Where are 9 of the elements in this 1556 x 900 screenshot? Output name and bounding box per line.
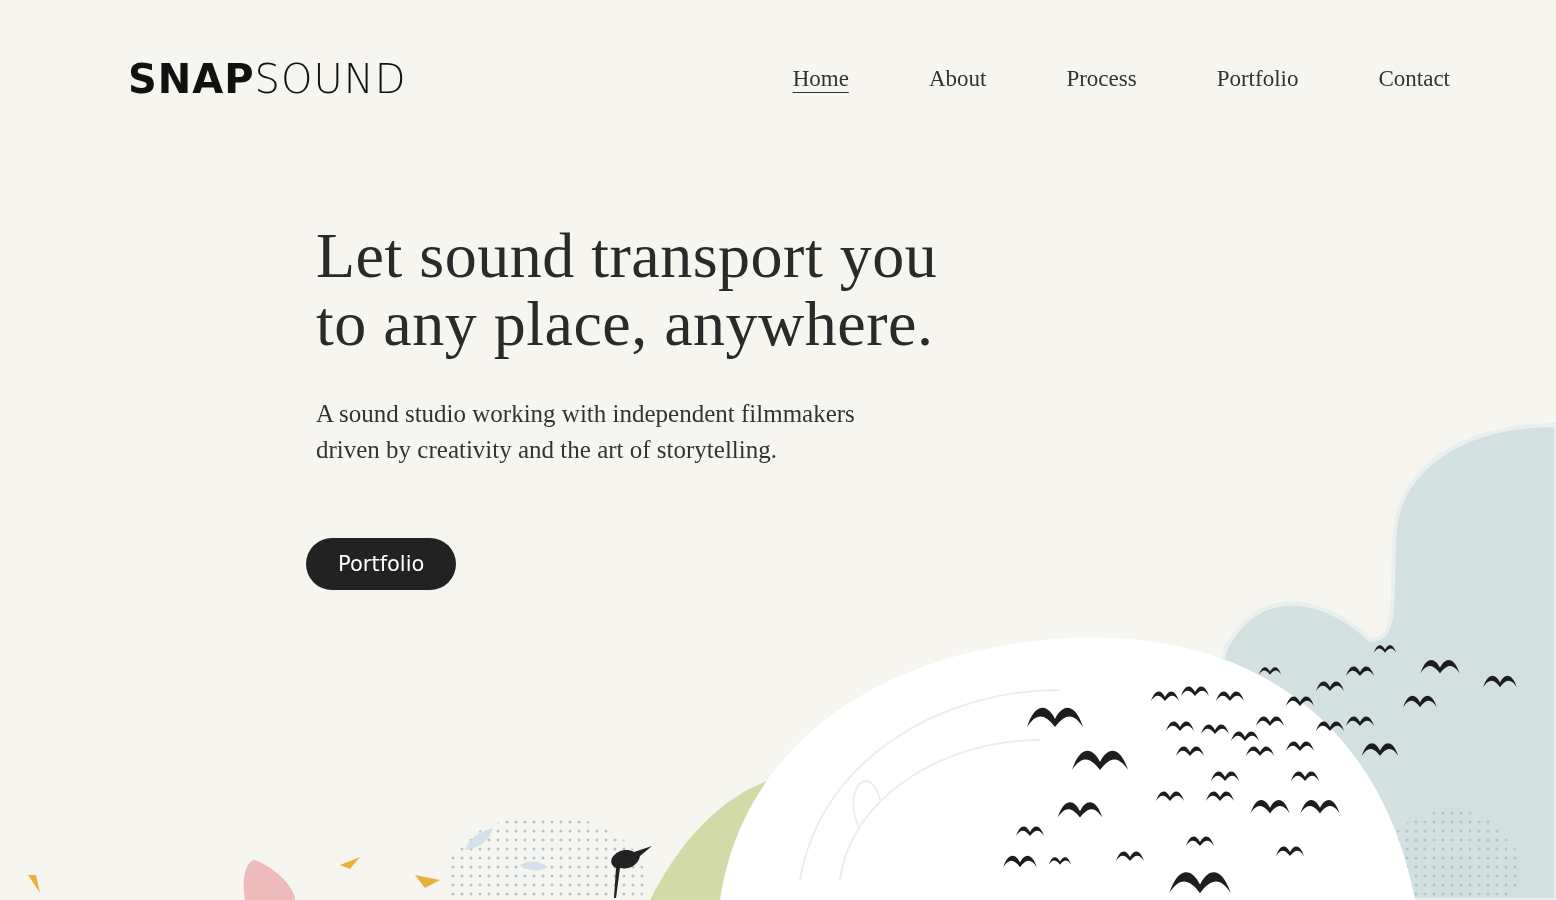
logo[interactable]: SNAPSOUND [128, 56, 407, 102]
nav-link[interactable]: Portfolio [1216, 66, 1299, 92]
nav-link[interactable]: About [928, 66, 987, 92]
nav-link[interactable]: Home [792, 66, 849, 92]
portfolio-button[interactable]: Portfolio [306, 538, 457, 590]
nav-link[interactable]: Contact [1378, 66, 1450, 92]
hero-description: A sound studio working with independent filmmakers driven by creativity and the art of storytelling. [316, 399, 855, 465]
nav-link[interactable]: Process [1066, 66, 1137, 92]
hero-heading: Let sound transport you to any place, anywhere. [316, 222, 938, 358]
